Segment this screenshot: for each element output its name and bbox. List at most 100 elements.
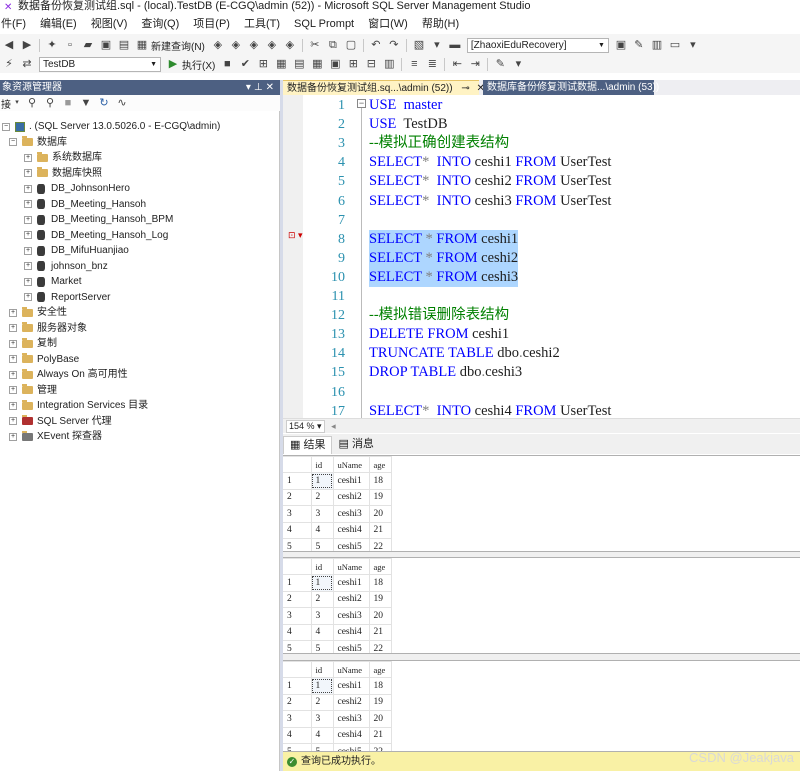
execute-button[interactable]: 执行(X) bbox=[182, 57, 215, 72]
expand-icon[interactable]: + bbox=[9, 355, 17, 364]
row-number[interactable]: 3 bbox=[283, 505, 312, 523]
dropdown-icon[interactable]: ▾ bbox=[430, 38, 444, 52]
table-cell[interactable]: 4 bbox=[310, 521, 334, 539]
analysis-query-icon[interactable]: ◈ bbox=[229, 38, 243, 52]
toolbox-icon[interactable]: ▥ bbox=[650, 38, 664, 52]
disconnect-icon[interactable]: ⚲ bbox=[43, 96, 57, 110]
code-line[interactable]: 3 --模拟正确创建表结构 bbox=[283, 134, 800, 153]
table-row[interactable]: 2 2 ceshi2 19 bbox=[283, 693, 392, 712]
table-cell[interactable]: ceshi5 bbox=[332, 537, 370, 551]
code-line[interactable]: 8 SELECT * FROM ceshi1 bbox=[283, 229, 800, 249]
tree-node[interactable]: + DB_Meeting_Hansoh_Log bbox=[24, 228, 168, 244]
column-header[interactable]: age bbox=[368, 456, 392, 474]
table-cell[interactable]: 19 bbox=[368, 488, 392, 507]
row-number[interactable]: 5 bbox=[283, 742, 312, 751]
row-number[interactable]: 2 bbox=[283, 693, 312, 712]
row-number[interactable]: 2 bbox=[283, 590, 312, 609]
tree-node[interactable]: + DB_MifuHuanjiao bbox=[24, 243, 129, 259]
table-row[interactable]: 4 4 ceshi4 21 bbox=[283, 726, 392, 744]
table-cell[interactable]: 5 bbox=[310, 639, 334, 653]
save-all-icon[interactable]: ▤ bbox=[117, 38, 131, 52]
client-stats-icon[interactable]: ▥ bbox=[382, 57, 396, 71]
menu-item[interactable]: 项目(P) bbox=[186, 14, 237, 34]
new-project-icon[interactable]: ✦ bbox=[45, 38, 59, 52]
connect-button[interactable]: 接 bbox=[1, 96, 11, 111]
table-cell[interactable]: ceshi1 bbox=[332, 677, 370, 695]
table-cell[interactable]: 19 bbox=[368, 590, 392, 609]
tree-node[interactable]: − 数据库 bbox=[9, 135, 67, 151]
tree-node[interactable]: + 复制 bbox=[9, 336, 57, 352]
change-connection-icon[interactable]: ⇄ bbox=[20, 57, 34, 71]
column-header[interactable]: uName bbox=[332, 558, 370, 576]
expand-icon[interactable]: + bbox=[9, 308, 17, 317]
tab-query-53[interactable]: 数据库备份修复测试数据...\admin (53)) bbox=[483, 80, 659, 95]
expand-icon[interactable]: + bbox=[24, 153, 32, 162]
menu-item[interactable]: 视图(V) bbox=[84, 14, 135, 34]
expand-icon[interactable]: + bbox=[9, 386, 17, 395]
expand-icon[interactable]: + bbox=[24, 262, 32, 271]
overflow-icon[interactable]: ▾ bbox=[511, 57, 525, 71]
table-cell[interactable]: ceshi2 bbox=[332, 693, 370, 712]
table-cell[interactable]: ceshi4 bbox=[332, 726, 370, 744]
table-cell[interactable]: ceshi3 bbox=[332, 710, 370, 728]
expand-icon[interactable]: + bbox=[24, 215, 32, 224]
expand-icon[interactable]: + bbox=[9, 339, 17, 348]
expand-icon[interactable]: + bbox=[9, 417, 17, 426]
table-cell[interactable]: 1 bbox=[310, 472, 334, 490]
open-file-icon[interactable]: ▰ bbox=[81, 38, 95, 52]
table-cell[interactable]: 18 bbox=[368, 472, 392, 490]
copy-icon[interactable]: ⧉ bbox=[326, 38, 340, 52]
table-row[interactable]: 5 5 ceshi5 22 bbox=[283, 537, 392, 551]
column-header[interactable]: id bbox=[310, 456, 334, 474]
cut-icon[interactable]: ✂ bbox=[308, 38, 322, 52]
tree-node[interactable]: + DB_Meeting_Hansoh_BPM bbox=[24, 212, 173, 228]
tree-node[interactable]: + Always On 高可用性 bbox=[9, 367, 128, 383]
expand-icon[interactable]: + bbox=[24, 246, 32, 255]
connect-plug-icon[interactable]: ⚲ bbox=[25, 96, 39, 110]
increase-indent-icon[interactable]: ⇥ bbox=[468, 57, 482, 71]
parse-icon[interactable]: ✔ bbox=[238, 57, 252, 71]
pin-icon[interactable]: ⊥ bbox=[254, 82, 266, 93]
forward-icon[interactable]: ▶ bbox=[20, 38, 34, 52]
undo-icon[interactable]: ↶ bbox=[369, 38, 383, 52]
table-cell[interactable]: 2 bbox=[310, 693, 334, 712]
chevron-down-icon[interactable]: ▾ bbox=[13, 96, 21, 110]
tab-query-52[interactable]: 数据备份恢复测试组.sq...\admin (52)) ⊸ ✕ bbox=[283, 80, 485, 95]
table-row[interactable]: 4 4 ceshi4 21 bbox=[283, 521, 392, 539]
results-to-text-icon[interactable]: ▤ bbox=[292, 57, 306, 71]
back-icon[interactable]: ◀ bbox=[2, 38, 16, 52]
paste-icon[interactable]: ▢ bbox=[344, 38, 358, 52]
table-cell[interactable]: 22 bbox=[368, 537, 392, 551]
menu-item[interactable]: 件(F) bbox=[0, 14, 33, 34]
tree-node[interactable]: + XEvent 探查器 bbox=[9, 429, 102, 445]
menu-item[interactable]: 查询(Q) bbox=[134, 14, 186, 34]
expand-icon[interactable]: + bbox=[9, 370, 17, 379]
table-cell[interactable]: 21 bbox=[368, 726, 392, 744]
expand-icon[interactable]: + bbox=[24, 200, 32, 209]
menu-item[interactable]: SQL Prompt bbox=[287, 14, 361, 34]
row-number[interactable]: 1 bbox=[283, 677, 312, 695]
code-line[interactable]: 14 TRUNCATE TABLE dbo.ceshi2 bbox=[283, 344, 800, 363]
table-cell[interactable]: ceshi1 bbox=[332, 472, 370, 490]
redo-icon[interactable]: ↷ bbox=[387, 38, 401, 52]
activity-monitor-icon[interactable]: ▧ bbox=[412, 38, 426, 52]
table-row[interactable]: 2 2 ceshi2 19 bbox=[283, 488, 392, 507]
table-cell[interactable]: 3 bbox=[310, 710, 334, 728]
tree-node[interactable]: − . (SQL Server 13.0.5026.0 - E-CGQ\admin… bbox=[2, 119, 220, 135]
tree-node[interactable]: + Integration Services 目录 bbox=[9, 398, 148, 414]
tree-node[interactable]: + SQL Server 代理 bbox=[9, 414, 112, 430]
expand-icon[interactable]: + bbox=[24, 277, 32, 286]
code-line[interactable]: 15 DROP TABLE dbo.ceshi3 bbox=[283, 363, 800, 382]
result-grid[interactable]: id uName age 1 1 ceshi1 18 2 2 ceshi2 19 3 3 ceshi3 20… bbox=[283, 660, 800, 752]
tree-node[interactable]: + ReportServer bbox=[24, 290, 110, 306]
table-cell[interactable]: 4 bbox=[310, 726, 334, 744]
pin-icon[interactable]: ⊸ bbox=[461, 83, 469, 94]
code-line[interactable]: 7 bbox=[283, 211, 800, 230]
code-line[interactable]: 5 SELECT* INTO ceshi2 FROM UserTest bbox=[283, 172, 800, 191]
code-line[interactable]: 4 SELECT* INTO ceshi1 FROM UserTest bbox=[283, 153, 800, 172]
expand-icon[interactable]: + bbox=[24, 231, 32, 240]
table-cell[interactable]: ceshi5 bbox=[332, 639, 370, 653]
row-number[interactable]: 4 bbox=[283, 726, 312, 744]
expand-icon[interactable]: + bbox=[9, 324, 17, 333]
results-to-grid-icon[interactable]: ▦ bbox=[310, 57, 324, 71]
